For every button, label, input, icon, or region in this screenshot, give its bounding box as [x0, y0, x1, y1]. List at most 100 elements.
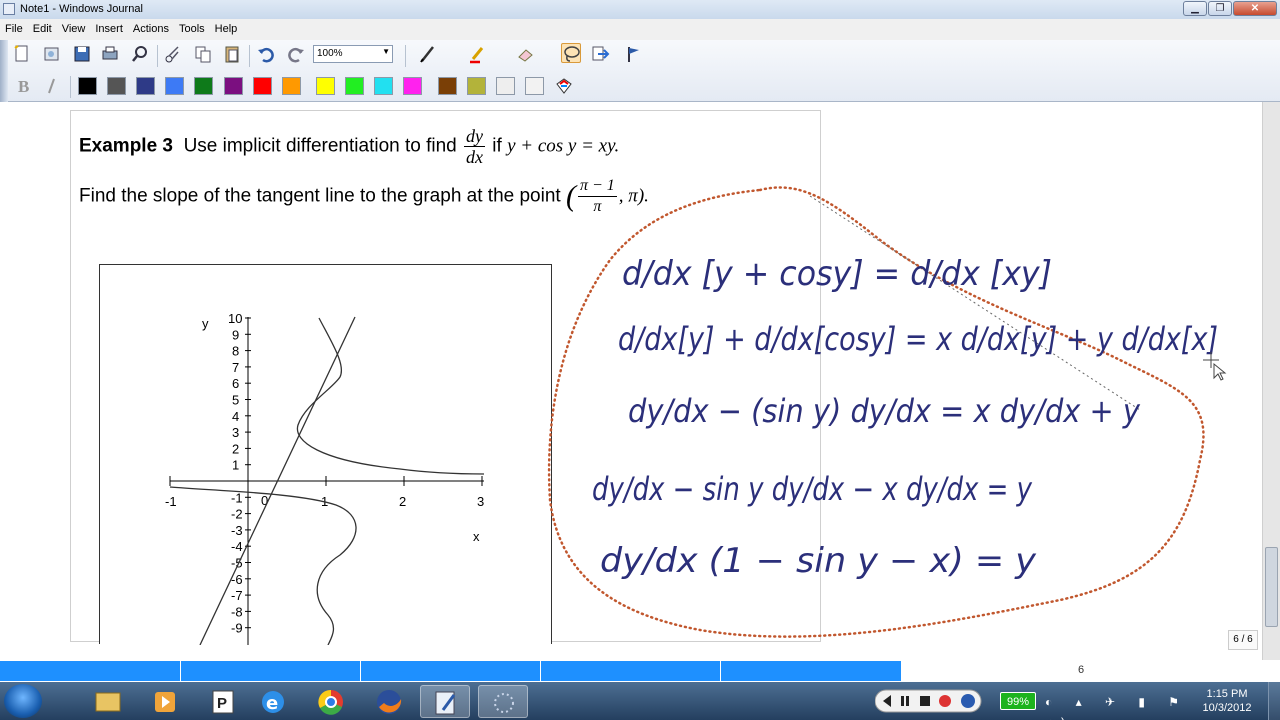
eraser-icon[interactable] — [515, 44, 535, 64]
menu-actions[interactable]: Actions — [128, 19, 174, 35]
slope-question-text: Find the slope of the tangent line to th… — [79, 185, 561, 207]
vertical-scrollbar[interactable] — [1262, 102, 1280, 660]
battery-indicator[interactable]: 99% — [1000, 692, 1036, 710]
status-page-number: 6 — [1078, 664, 1085, 676]
frac-num: dy — [464, 126, 486, 147]
insert-space-icon[interactable] — [590, 44, 610, 64]
y-tick-label: 8 — [232, 344, 239, 359]
menu-view[interactable]: View — [57, 19, 91, 35]
y-tick-label: -9 — [231, 621, 243, 636]
windows-journal-taskbar-icon[interactable] — [420, 685, 470, 718]
cut-icon[interactable] — [163, 44, 183, 64]
dy-dx-fraction: dy dx — [464, 126, 486, 167]
color-swatch-5[interactable] — [194, 77, 213, 95]
maximize-button[interactable]: ❐ — [1208, 1, 1232, 16]
y-tick-label: -3 — [231, 523, 243, 538]
color-swatch-16[interactable] — [525, 77, 544, 95]
y-tick-label: 7 — [232, 360, 239, 375]
powerpoint-icon[interactable]: P — [198, 685, 248, 718]
start-button[interactable] — [4, 684, 42, 718]
menu-edit[interactable]: Edit — [28, 19, 57, 35]
color-swatch-14[interactable] — [467, 77, 486, 95]
color-swatch-2[interactable] — [107, 77, 126, 95]
page-tab-2[interactable] — [181, 661, 361, 681]
color-swatch-9[interactable] — [316, 77, 335, 95]
slope-question: Find the slope of the tangent line to th… — [79, 176, 649, 215]
internet-explorer-icon[interactable]: e — [248, 685, 298, 718]
chevron-down-icon: ▼ — [382, 47, 390, 56]
graph-frame: 10 9 8 7 6 5 4 3 2 1 -1 -2 -3 -4 -5 -6 -7 -8 -9 -1 1 2 3 y x 0 — [99, 264, 552, 646]
media-controls[interactable] — [874, 688, 985, 714]
svg-text:P: P — [217, 695, 227, 712]
close-button[interactable]: ✕ — [1233, 1, 1277, 16]
highlighter-icon[interactable] — [468, 44, 488, 64]
tray-icons[interactable]: ◐ ▴ ✈ ▮ ⚑ ◂) — [1045, 692, 1190, 720]
chrome-icon[interactable] — [306, 685, 356, 718]
clock-time: 1:15 PM — [1206, 688, 1248, 700]
graph-plot: 10987654321-1-2-3-4-5-6-7-8-9-1 1 2 3 y x 0 — [165, 311, 484, 646]
paste-icon[interactable] — [222, 44, 242, 64]
color-swatch-6[interactable] — [224, 77, 243, 95]
y-tick-label: 6 — [232, 376, 239, 391]
zoom-value: 100% — [317, 48, 343, 59]
color-swatch-8[interactable] — [282, 77, 301, 95]
color-swatch-1[interactable] — [78, 77, 97, 95]
y-tick-label: 1 — [232, 458, 239, 473]
explorer-icon[interactable] — [82, 685, 132, 718]
copy-icon[interactable] — [193, 44, 213, 64]
y-tick-label: -4 — [231, 539, 243, 554]
bold-icon[interactable]: B — [14, 76, 34, 96]
lasso-select-icon[interactable] — [561, 43, 581, 63]
page-tab-4[interactable] — [541, 661, 721, 681]
snipping-tool-icon[interactable] — [478, 685, 528, 718]
page-tab-3[interactable] — [361, 661, 541, 681]
redo-icon[interactable] — [286, 44, 306, 64]
frac-den: dx — [466, 147, 484, 167]
menu-bar: File Edit View Insert Actions Tools Help — [0, 19, 1280, 40]
y-tick-label: -2 — [231, 507, 243, 522]
y-tick-label: 9 — [232, 327, 239, 342]
color-swatch-11[interactable] — [374, 77, 393, 95]
print-icon[interactable] — [100, 44, 120, 64]
color-swatch-15[interactable] — [496, 77, 515, 95]
pen-icon[interactable] — [418, 44, 438, 64]
open-icon[interactable] — [42, 44, 62, 64]
flag-icon[interactable] — [624, 44, 644, 64]
firefox-icon[interactable] — [364, 685, 414, 718]
minimize-button[interactable]: ▁ — [1183, 1, 1207, 16]
page-tab-1[interactable] — [0, 661, 181, 681]
y-tick-label: -6 — [231, 572, 243, 587]
scrollbar-thumb[interactable] — [1265, 547, 1278, 627]
y-tick-label: 3 — [232, 425, 239, 440]
color-swatch-13[interactable] — [438, 77, 457, 95]
example-heading: Example 3 Use implicit differentiation t… — [79, 126, 619, 167]
menu-tools[interactable]: Tools — [174, 19, 210, 35]
point-den: π — [593, 198, 602, 215]
point-num: π − 1 — [577, 176, 617, 197]
color-swatch-7[interactable] — [253, 77, 272, 95]
find-icon[interactable] — [130, 44, 150, 64]
x-tick-label: 2 — [399, 494, 406, 509]
more-colors-icon[interactable] — [554, 76, 574, 96]
new-note-icon[interactable] — [12, 44, 32, 64]
menu-file[interactable]: File — [0, 19, 28, 35]
zoom-select[interactable]: 100% ▼ — [313, 45, 393, 63]
title-bar: Note1 - Windows Journal ▁ ❐ ✕ — [0, 0, 1280, 19]
menu-insert[interactable]: Insert — [90, 19, 128, 35]
color-swatch-12[interactable] — [403, 77, 422, 95]
system-clock[interactable]: 1:15 PM 10/3/2012 — [1192, 687, 1262, 715]
menu-help[interactable]: Help — [210, 19, 243, 35]
color-swatch-3[interactable] — [136, 77, 155, 95]
save-icon[interactable] — [72, 44, 92, 64]
show-desktop-button[interactable] — [1268, 682, 1280, 720]
undo-icon[interactable] — [256, 44, 276, 64]
color-swatch-10[interactable] — [345, 77, 364, 95]
color-swatch-4[interactable] — [165, 77, 184, 95]
italic-icon[interactable] — [42, 76, 62, 96]
page-tab-5[interactable] — [721, 661, 902, 681]
x-tick-label: 3 — [477, 494, 484, 509]
example-label: Example 3 — [79, 135, 173, 157]
media-player-icon[interactable] — [140, 685, 190, 718]
app-icon — [3, 3, 15, 15]
svg-text:B: B — [18, 77, 29, 96]
